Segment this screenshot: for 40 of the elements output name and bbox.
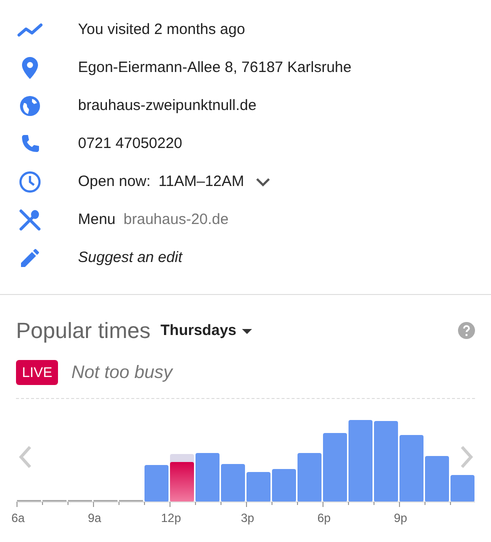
hours-label: Open now: <box>78 172 151 192</box>
bar <box>221 464 245 502</box>
axis-label: 3p <box>240 510 254 527</box>
bar <box>425 456 449 502</box>
axis-label: 12p <box>160 510 182 527</box>
location-pin-icon <box>22 57 38 79</box>
bar <box>323 433 347 502</box>
phone-link[interactable]: 0721 47050220 <box>78 132 182 156</box>
live-bar <box>170 454 194 502</box>
live-status: Not too busy <box>71 361 172 384</box>
chevron-down-icon[interactable] <box>256 178 270 186</box>
suggest-edit-link[interactable]: Suggest an edit <box>78 246 182 270</box>
hours-value: 11AM–12AM <box>158 172 244 192</box>
help-icon[interactable] <box>458 322 475 338</box>
axis-label: 9p <box>394 510 408 527</box>
globe-icon <box>20 96 40 116</box>
bar <box>400 435 424 502</box>
clock-icon <box>19 171 41 193</box>
bar <box>144 465 168 502</box>
phone-icon <box>20 134 40 154</box>
bar <box>272 469 296 502</box>
section-title: Popular times <box>16 316 151 345</box>
menu-link[interactable]: brauhaus-20.de <box>124 208 229 232</box>
axis-label: 6a <box>11 510 25 527</box>
bar <box>246 472 270 502</box>
axis-label: 9a <box>88 510 102 527</box>
trend-line-icon <box>17 23 43 37</box>
bar <box>196 453 220 502</box>
bar <box>450 475 474 502</box>
dropdown-triangle-icon <box>242 329 252 334</box>
website-link[interactable]: brauhaus-zweipunktnull.de <box>78 94 256 118</box>
pencil-icon <box>21 249 39 267</box>
menu-label: Menu <box>78 210 116 230</box>
day-dropdown[interactable]: Thursdays <box>160 320 252 343</box>
axis-label: 6p <box>317 510 331 527</box>
address-text: Egon-Eiermann-Allee 8, 76187 Karlsruhe <box>78 58 352 78</box>
bar <box>298 453 322 502</box>
fork-spoon-icon <box>19 209 41 231</box>
live-badge: LIVE <box>16 360 58 385</box>
visit-history-text: You visited 2 months ago <box>78 20 246 40</box>
